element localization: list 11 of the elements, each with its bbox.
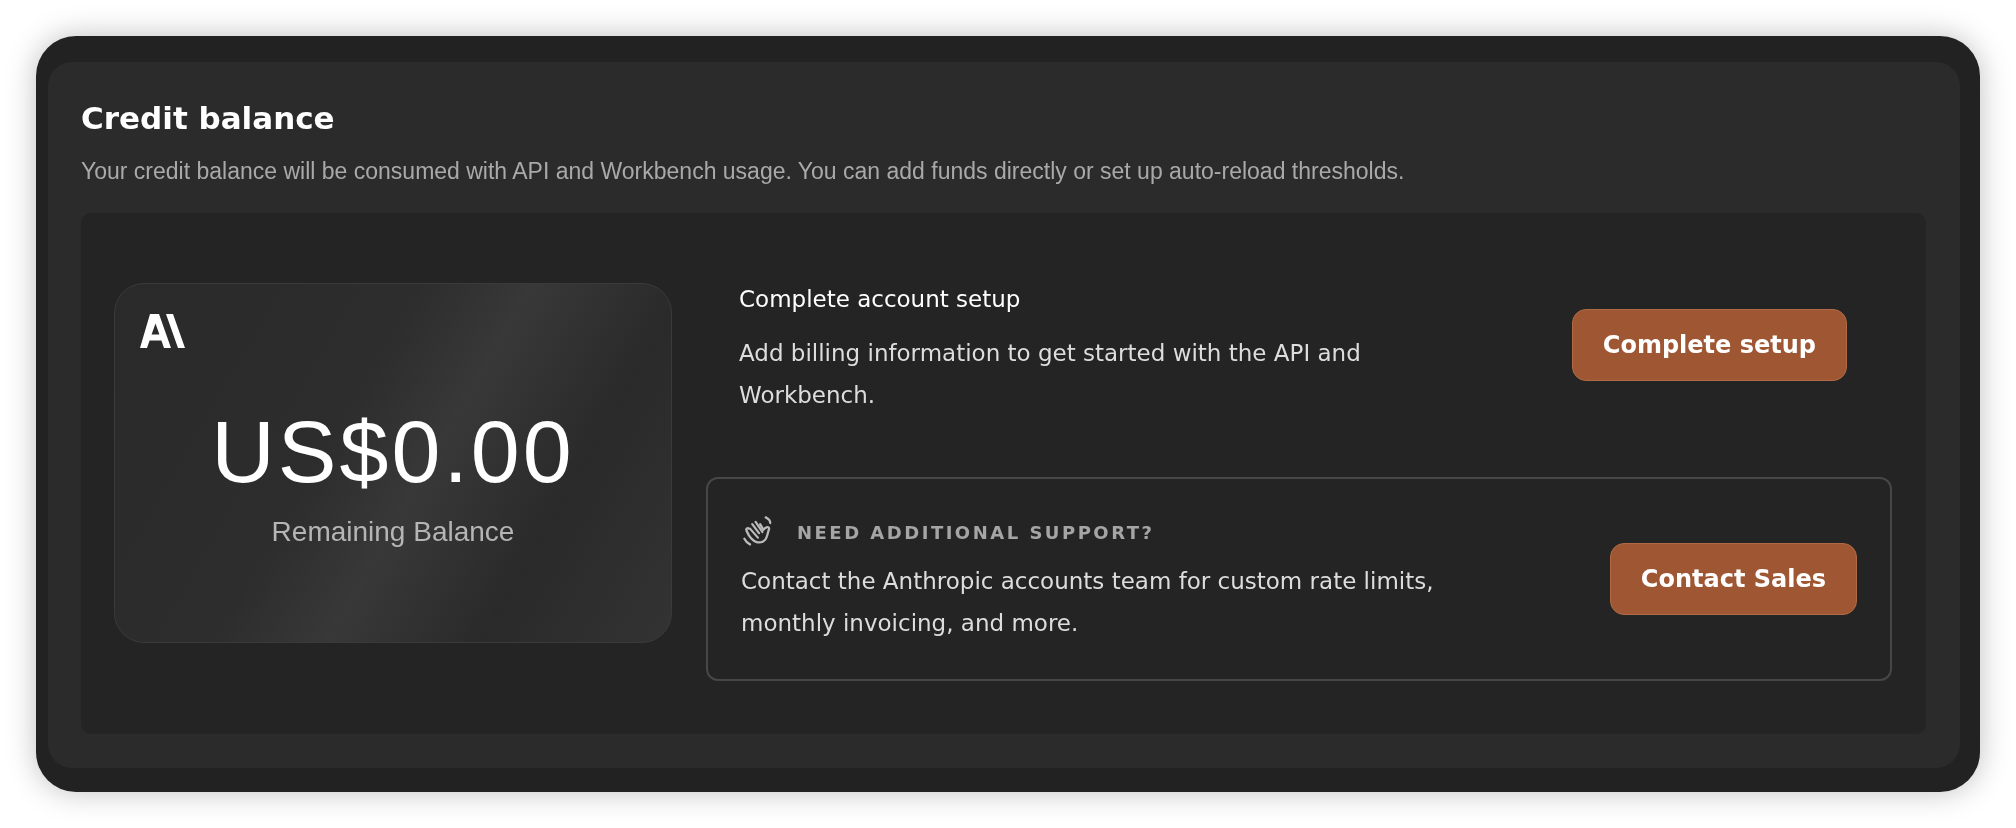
balance-label: Remaining Balance	[271, 516, 515, 548]
section-title: Credit balance	[81, 100, 336, 136]
complete-setup-button[interactable]: Complete setup	[1571, 309, 1847, 381]
logo-icon	[138, 314, 186, 348]
setup-title: Complete account setup	[739, 286, 1022, 312]
setup-description: Add billing information to get started with the API and Workbench.	[739, 339, 1362, 410]
support-heading: NEED ADDITIONAL SUPPORT?	[797, 521, 1155, 543]
support-description: Contact the Anthropic accounts team for custom rate limits, monthly invoicing, and more.	[741, 567, 1435, 638]
contact-sales-button[interactable]: Contact Sales	[1609, 543, 1857, 615]
balance-amount: US$0.00	[211, 408, 575, 496]
section-description: Your credit balance will be consumed with API and Workbench usage. You can add funds directly or set up auto-reload thresholds.	[81, 158, 1406, 185]
